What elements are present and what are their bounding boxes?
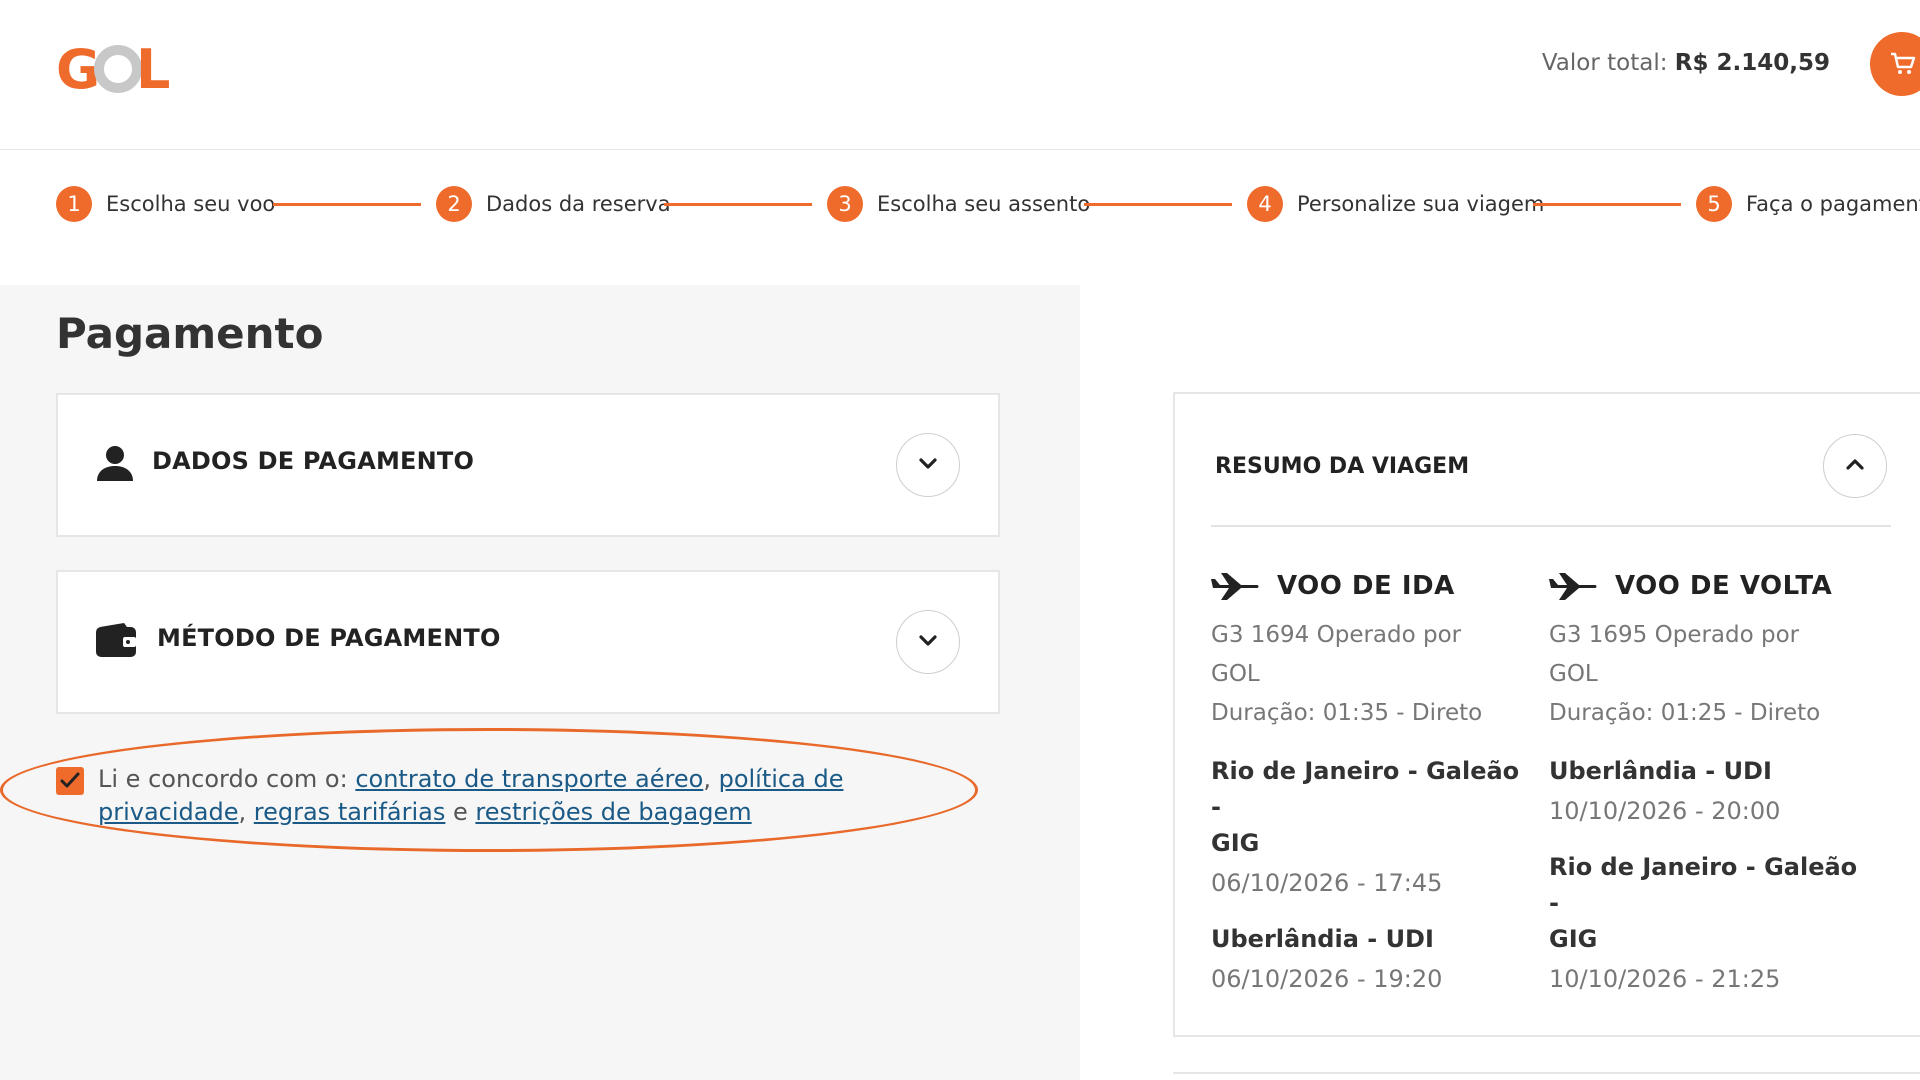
- collapse-summary-button[interactable]: [1823, 434, 1887, 498]
- outbound-flight: VOO DE IDA G3 1694 Operado por GOL Duraç…: [1211, 566, 1531, 997]
- arrival-city: Uberlândia - UDI: [1211, 925, 1434, 953]
- step-label: Personalize sua viagem: [1297, 192, 1545, 216]
- arrival-code: GIG: [1549, 925, 1598, 953]
- step-choose-flight[interactable]: 1 Escolha seu voo: [56, 185, 275, 223]
- next-card-edge: [1173, 1072, 1920, 1080]
- checkmark-icon: [60, 772, 80, 788]
- progress-stepper: 1 Escolha seu voo 2 Dados da reserva 3 E…: [56, 185, 1920, 225]
- total-label: Valor total:: [1541, 50, 1668, 76]
- chevron-down-icon: [919, 458, 937, 469]
- link-fare-rules[interactable]: regras tarifárias: [254, 798, 446, 826]
- operator: GOL: [1211, 661, 1260, 687]
- gol-logo[interactable]: G L: [56, 38, 176, 94]
- chevron-up-icon: [1846, 459, 1864, 470]
- payment-data-accordion[interactable]: DADOS DE PAGAMENTO: [56, 393, 1000, 537]
- outbound-heading: VOO DE IDA: [1277, 571, 1455, 601]
- step-number: 4: [1247, 186, 1283, 222]
- step-personalize[interactable]: 4 Personalize sua viagem: [1247, 185, 1544, 223]
- site-header: G L Valor total: R$ 2.140,59: [0, 0, 1920, 150]
- total-value: R$ 2.140,59: [1674, 50, 1830, 76]
- step-number: 2: [436, 186, 472, 222]
- departure-city: Rio de Janeiro - Galeão -: [1211, 757, 1520, 821]
- flight-duration: Duração: 01:25 - Direto: [1549, 700, 1821, 726]
- departure-code: GIG: [1211, 829, 1260, 857]
- separator: ,: [703, 765, 711, 793]
- step-number: 3: [827, 186, 863, 222]
- step-label: Escolha seu assento: [877, 192, 1091, 216]
- step-label: Faça o pagamento: [1746, 192, 1920, 216]
- summary-title: RESUMO DA VIAGEM: [1215, 454, 1470, 479]
- divider: [1211, 525, 1891, 527]
- step-label: Dados da reserva: [486, 192, 671, 216]
- departure-datetime: 10/10/2026 - 20:00: [1549, 797, 1781, 825]
- operator: GOL: [1549, 661, 1598, 687]
- payment-panel: Pagamento DADOS DE PAGAMENTO MÉTODO DE P…: [0, 285, 1080, 1080]
- step-payment[interactable]: 5 Faça o pagamento: [1696, 185, 1920, 223]
- step-label: Escolha seu voo: [106, 192, 276, 216]
- page-title: Pagamento: [56, 309, 324, 358]
- svg-text:L: L: [136, 38, 170, 94]
- flight-number: G3 1694 Operado por: [1211, 622, 1462, 648]
- person-icon: [97, 446, 133, 481]
- wallet-icon: [96, 623, 136, 657]
- cart-button[interactable]: [1870, 32, 1920, 96]
- link-baggage-restrictions[interactable]: restrições de bagagem: [475, 798, 751, 826]
- terms-agreement: Li e concordo com o: contrato de transpo…: [56, 763, 956, 829]
- flight-duration: Duração: 01:35 - Direto: [1211, 700, 1483, 726]
- step-connector: [664, 203, 812, 206]
- airplane-icon: [1211, 573, 1259, 600]
- accordion-title: DADOS DE PAGAMENTO: [152, 447, 475, 475]
- step-connector: [273, 203, 421, 206]
- departure-datetime: 06/10/2026 - 17:45: [1211, 869, 1443, 897]
- step-connector: [1084, 203, 1232, 206]
- svg-text:G: G: [56, 38, 97, 94]
- payment-method-accordion[interactable]: MÉTODO DE PAGAMENTO: [56, 570, 1000, 714]
- step-booking-data[interactable]: 2 Dados da reserva: [436, 185, 671, 223]
- step-number: 1: [56, 186, 92, 222]
- step-choose-seat[interactable]: 3 Escolha seu assento: [827, 185, 1090, 223]
- expand-payment-data-button[interactable]: [896, 433, 960, 497]
- step-number: 5: [1696, 186, 1732, 222]
- airplane-icon: [1549, 573, 1597, 600]
- link-transport-contract[interactable]: contrato de transporte aéreo: [355, 765, 703, 793]
- trip-summary-card: RESUMO DA VIAGEM VOO DE IDA G3 1694 Oper…: [1173, 392, 1920, 1037]
- flight-number: G3 1695 Operado por: [1549, 622, 1800, 648]
- step-connector: [1533, 203, 1681, 206]
- cart-icon: [1891, 52, 1916, 74]
- arrival-datetime: 10/10/2026 - 21:25: [1549, 965, 1781, 993]
- return-heading: VOO DE VOLTA: [1615, 571, 1833, 601]
- departure-city: Uberlândia - UDI: [1549, 757, 1772, 785]
- terms-prefix: Li e concordo com o:: [98, 765, 348, 793]
- expand-payment-method-button[interactable]: [896, 610, 960, 674]
- accordion-title: MÉTODO DE PAGAMENTO: [157, 624, 501, 652]
- total-price: Valor total: R$ 2.140,59: [1542, 50, 1830, 76]
- separator: ,: [238, 798, 247, 826]
- chevron-down-icon: [919, 635, 937, 646]
- return-flight: VOO DE VOLTA G3 1695 Operado por GOL Dur…: [1549, 566, 1869, 997]
- terms-checkbox[interactable]: [56, 767, 84, 795]
- arrival-datetime: 06/10/2026 - 19:20: [1211, 965, 1443, 993]
- arrival-city: Rio de Janeiro - Galeão -: [1549, 853, 1858, 917]
- conjunction: e: [453, 798, 468, 826]
